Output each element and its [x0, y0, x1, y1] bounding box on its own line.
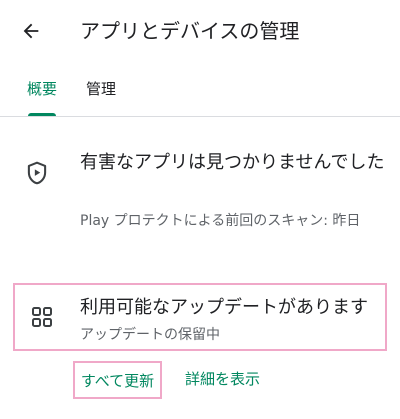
updates-title: 利用可能なアップデートがあります [80, 297, 368, 318]
page-title: アプリとデバイスの管理 [80, 19, 300, 43]
back-button[interactable] [14, 14, 48, 48]
updates-pending-text: アップデートの保留中 [80, 327, 220, 343]
see-details-button[interactable]: 詳細を表示 [185, 369, 260, 389]
play-protect-shield-icon [27, 161, 47, 185]
tab-bar: 概要 管理 [0, 62, 400, 117]
arrow-back-icon [23, 23, 39, 39]
tab-overview[interactable]: 概要 [27, 78, 57, 100]
active-tab-indicator [28, 113, 56, 116]
update-all-button[interactable]: すべて更新 [73, 361, 162, 399]
protect-status-title: 有害なアプリは見つかりませんでした [80, 152, 385, 173]
top-app-bar: アプリとデバイスの管理 [0, 0, 400, 62]
apps-grid-icon [32, 307, 52, 327]
tab-manage[interactable]: 管理 [86, 78, 116, 100]
protect-last-scan: Play プロテクトによる前回のスキャン: 昨日 [80, 213, 361, 229]
updates-available-row[interactable]: 利用可能なアップデートがあります アップデートの保留中 [13, 283, 387, 351]
